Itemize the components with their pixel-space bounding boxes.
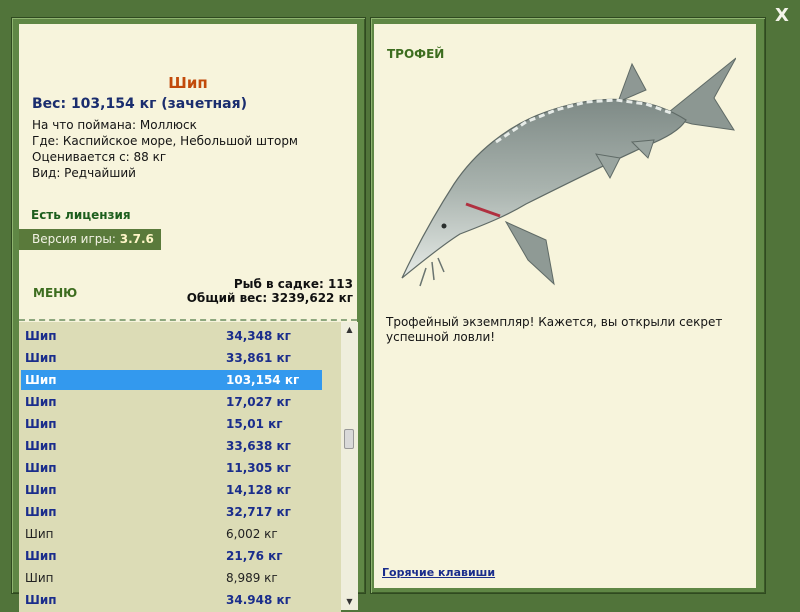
fish-name: Шип <box>25 395 57 409</box>
fish-name: Шип <box>25 527 54 541</box>
fish-weight: Вес: 103,154 кг (зачетная) <box>32 96 247 112</box>
list-item[interactable]: Шип 17,027 кг <box>21 392 322 412</box>
fish-name: Шип <box>25 483 57 497</box>
fish-weight-value: 33,638 кг <box>226 439 291 453</box>
list-item[interactable]: Шип 103,154 кг <box>21 370 322 390</box>
fish-weight-value: 103,154 кг <box>226 373 300 387</box>
list-item[interactable]: Шип 33,861 кг <box>21 348 322 368</box>
fish-title: Шип <box>168 74 208 92</box>
list-item[interactable]: Шип 6,002 кг <box>21 524 322 544</box>
fish-name: Шип <box>25 571 54 585</box>
fish-weight-value: 21,76 кг <box>226 549 283 563</box>
scroll-down-arrow-icon[interactable]: ▼ <box>341 594 358 610</box>
list-item[interactable]: Шип 21,76 кг <box>21 546 322 566</box>
menu-button[interactable]: МЕНЮ <box>33 286 77 300</box>
fish-name: Шип <box>25 461 57 475</box>
fish-weight-value: 6,002 кг <box>226 527 278 541</box>
list-item[interactable]: Шип 34.948 кг <box>21 590 322 610</box>
scroll-up-arrow-icon[interactable]: ▲ <box>341 322 358 338</box>
sturgeon-fish-image <box>401 57 736 287</box>
fish-weight-value: 34.948 кг <box>226 593 291 607</box>
fish-weight-value: 32,717 кг <box>226 505 291 519</box>
fish-weight-value: 8,989 кг <box>226 571 278 585</box>
list-item[interactable]: Шип 11,305 кг <box>21 458 322 478</box>
fish-name: Шип <box>25 351 57 365</box>
fish-name: Шип <box>25 593 57 607</box>
list-item[interactable]: Шип 15,01 кг <box>21 414 322 434</box>
list-item[interactable]: Шип 8,989 кг <box>21 568 322 588</box>
fish-name: Шип <box>25 439 57 453</box>
divider <box>19 319 357 321</box>
fish-name: Шип <box>25 329 57 343</box>
fish-weight-value: 34,348 кг <box>226 329 291 343</box>
bait-info: На что поймана: Моллюск <box>32 118 197 132</box>
fish-weight-value: 17,027 кг <box>226 395 291 409</box>
fish-info-panel: Шип Вес: 103,154 кг (зачетная) На что по… <box>19 24 358 612</box>
scroll-thumb[interactable] <box>344 429 354 449</box>
list-item[interactable]: Шип 32,717 кг <box>21 502 322 522</box>
fish-name: Шип <box>25 549 57 563</box>
fish-weight-value: 14,128 кг <box>226 483 291 497</box>
trophy-panel: ТРОФЕЙ Трофейный экземпляр! Кажется, вы … <box>374 24 756 588</box>
list-item[interactable]: Шип 14,128 кг <box>21 480 322 500</box>
fish-weight-value: 15,01 кг <box>226 417 283 431</box>
list-scrollbar[interactable]: ▲ ▼ <box>341 322 358 610</box>
kind-info: Вид: Редчайший <box>32 166 136 180</box>
version-label: Версия игры: <box>32 232 116 246</box>
fish-name: Шип <box>25 373 57 387</box>
keepnet-stats: Рыб в садке: 113 Общий вес: 3239,622 кг <box>187 277 353 305</box>
rated-info: Оценивается с: 88 кг <box>32 150 167 164</box>
total-weight: Общий вес: 3239,622 кг <box>186 291 353 305</box>
fish-name: Шип <box>25 417 57 431</box>
list-item[interactable]: Шип 33,638 кг <box>21 436 322 456</box>
version-value: 3.7.6 <box>119 232 154 246</box>
fish-weight-value: 11,305 кг <box>226 461 291 475</box>
list-item[interactable]: Шип 34,348 кг <box>21 326 322 346</box>
trophy-message: Трофейный экземпляр! Кажется, вы открыли… <box>386 315 723 344</box>
version-badge: Версия игры: 3.7.6 <box>19 229 161 250</box>
license-status: Есть лицензия <box>31 208 131 222</box>
close-button[interactable]: X <box>772 6 792 26</box>
fish-weight-value: 33,861 кг <box>226 351 291 365</box>
fish-count: Рыб в садке: 113 <box>233 277 353 291</box>
location-info: Где: Каспийское море, Небольшой шторм <box>32 134 298 148</box>
hotkeys-link[interactable]: Горячие клавиши <box>382 566 495 579</box>
fish-name: Шип <box>25 505 57 519</box>
catch-list[interactable]: Шип 34,348 кг Шип 33,861 кг Шип 103,154 кг Шип… <box>19 322 341 612</box>
